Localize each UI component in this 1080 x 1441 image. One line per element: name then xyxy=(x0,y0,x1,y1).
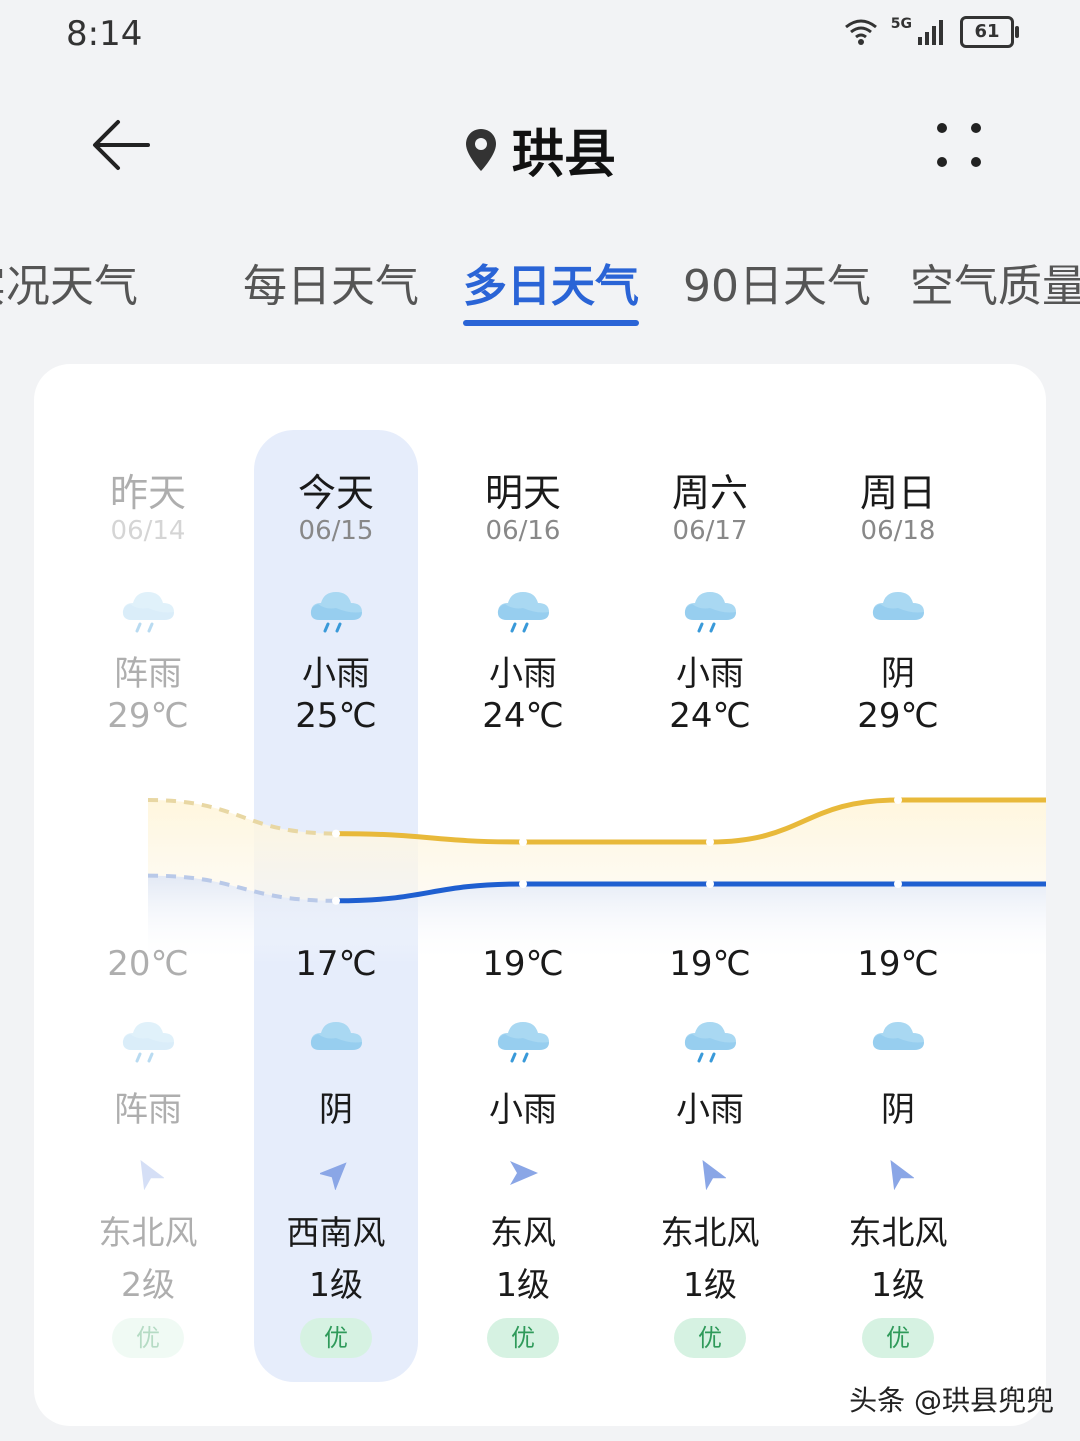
wind-level: 1级 xyxy=(496,1265,550,1304)
night-condition: 小雨 xyxy=(489,1090,557,1130)
wind-level: 2级 xyxy=(121,1265,175,1304)
header: 珙县 xyxy=(0,90,1080,200)
watermark: 头条 @珙县兜兜 xyxy=(849,1384,1054,1417)
low-temp-label: 17℃ xyxy=(295,944,377,984)
low-temp-point xyxy=(894,880,902,888)
high-temp-point xyxy=(894,796,902,804)
day-condition: 阴 xyxy=(881,654,915,694)
low-temp-label: 19℃ xyxy=(669,944,751,984)
low-temp-point xyxy=(519,880,527,888)
date-label: 06/16 xyxy=(485,516,561,546)
active-tab-indicator xyxy=(463,320,639,326)
high-temp-label: 29℃ xyxy=(107,696,189,736)
low-temp-point xyxy=(332,896,340,905)
overcast-icon xyxy=(868,584,928,636)
wifi-icon xyxy=(844,19,877,45)
forecast-card: 昨天 06/14 阵雨 29℃ 20℃ 阵雨 东北风 2级优今天 06/15 小雨 25℃ 17℃ 阴西… xyxy=(34,364,1046,1426)
tab-multi-day-weather[interactable]: 多日天气 xyxy=(463,250,639,314)
low-temp-label: 19℃ xyxy=(482,944,564,984)
wind-direction: 东北风 xyxy=(98,1213,198,1252)
day-condition: 小雨 xyxy=(302,654,370,694)
network-label: 5G xyxy=(890,16,912,32)
light-rain-icon xyxy=(680,1014,740,1066)
high-temp-label: 25℃ xyxy=(295,696,377,736)
low-temp-label: 19℃ xyxy=(857,944,939,984)
wind-direction: 西南风 xyxy=(286,1213,386,1252)
date-label: 06/15 xyxy=(298,516,374,546)
aqi-badge: 优 xyxy=(300,1318,372,1358)
signal-icon xyxy=(918,20,943,45)
light-rain-icon xyxy=(306,584,366,636)
status-icons: 5G 61 xyxy=(843,16,1019,48)
wind-direction-icon xyxy=(132,1156,165,1191)
day-condition: 阵雨 xyxy=(114,654,182,694)
day-label: 昨天 xyxy=(109,471,186,515)
light-rain-icon xyxy=(493,1014,553,1066)
night-condition: 阵雨 xyxy=(114,1090,182,1130)
light-rain-icon xyxy=(680,584,740,636)
high-temp-label: 24℃ xyxy=(482,696,564,736)
high-temp-label: 24℃ xyxy=(669,696,751,736)
date-label: 06/17 xyxy=(672,516,748,546)
day-condition: 小雨 xyxy=(676,654,744,694)
shower-icon xyxy=(118,584,178,636)
wind-direction: 东风 xyxy=(490,1213,556,1252)
tab-daily-weather[interactable]: 每日天气 xyxy=(243,250,419,314)
location-pin-icon xyxy=(465,128,496,171)
low-temp-point xyxy=(706,880,714,888)
location-title[interactable]: 珙县 xyxy=(464,112,616,187)
day-label: 周六 xyxy=(671,471,748,515)
aqi-badge: 优 xyxy=(487,1318,559,1358)
high-temp-point xyxy=(519,838,527,846)
date-label: 06/14 xyxy=(110,516,186,546)
high-temp-point xyxy=(332,829,340,838)
wind-direction: 东北风 xyxy=(848,1213,948,1252)
aqi-badge: 优 xyxy=(112,1318,184,1358)
aqi-badge: 优 xyxy=(862,1318,934,1358)
day-label: 明天 xyxy=(484,471,561,515)
wind-level: 1级 xyxy=(309,1265,363,1304)
overcast-icon xyxy=(306,1014,366,1066)
wind-direction-icon xyxy=(507,1156,539,1190)
wind-level: 1级 xyxy=(871,1265,925,1304)
night-condition: 阴 xyxy=(319,1090,353,1130)
night-condition: 阴 xyxy=(881,1090,915,1130)
status-time: 8:14 xyxy=(66,14,143,54)
wind-direction-icon xyxy=(318,1156,352,1191)
high-temp-label: 29℃ xyxy=(857,696,939,736)
light-rain-icon xyxy=(493,584,553,636)
battery-icon: 61 xyxy=(960,16,1019,48)
wind-level: 1级 xyxy=(683,1265,737,1304)
date-label: 06/18 xyxy=(860,516,936,546)
tab-live-weather[interactable]: 实况天气 xyxy=(0,250,138,314)
page-title: 珙县 xyxy=(511,125,616,185)
more-button[interactable] xyxy=(930,116,990,176)
more-dots-icon xyxy=(937,123,981,167)
day-label: 周日 xyxy=(859,471,936,515)
low-temp-label: 20℃ xyxy=(107,944,189,984)
wind-direction-icon xyxy=(694,1156,727,1191)
tab-90-day-weather[interactable]: 90日天气 xyxy=(683,250,871,314)
night-condition: 小雨 xyxy=(676,1090,744,1130)
tab-bar: 实况天气 每日天气 多日天气 90日天气 空气质量 xyxy=(0,240,1080,340)
aqi-badge: 优 xyxy=(674,1318,746,1358)
high-temp-point xyxy=(706,838,714,846)
shower-icon xyxy=(118,1014,178,1066)
wind-direction: 东北风 xyxy=(660,1213,760,1252)
day-condition: 小雨 xyxy=(489,654,557,694)
status-bar: 8:14 5G 61 xyxy=(0,0,1080,70)
overcast-icon xyxy=(868,1014,928,1066)
wind-direction-icon xyxy=(882,1156,915,1191)
day-label: 今天 xyxy=(297,471,374,515)
tab-air-quality[interactable]: 空气质量 xyxy=(910,250,1080,314)
